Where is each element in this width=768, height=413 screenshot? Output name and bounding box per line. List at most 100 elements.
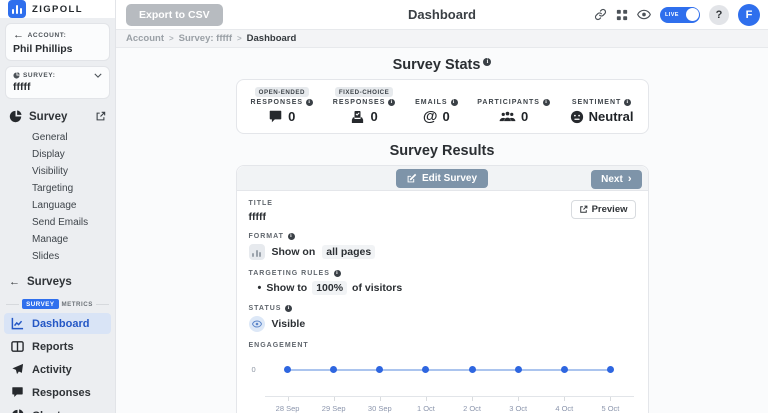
info-icon[interactable] — [543, 99, 550, 106]
survey-sub-menu: General Display Visibility Targeting Lan… — [0, 129, 115, 265]
dashboard-chart-icon — [11, 317, 24, 330]
account-label: ACCOUNT: — [28, 32, 67, 39]
back-arrow-icon: ← — [13, 29, 25, 41]
sidebar-item-language[interactable]: Language — [32, 197, 115, 214]
x-axis-label: 30 Sep — [357, 397, 403, 413]
sidebar: ZIGPOLL ← ACCOUNT: Phil Phillips SURVEY:… — [0, 0, 116, 413]
engagement-chart: 0 28 Sep 29 Sep 30 Sep — [249, 356, 636, 413]
sidebar-item-label: Surveys — [27, 276, 72, 288]
stat-value: 0 — [521, 109, 528, 124]
data-point — [607, 366, 614, 373]
stat-badge: FIXED-CHOICE — [335, 87, 393, 97]
link-icon[interactable] — [594, 8, 607, 21]
preview-button[interactable]: Preview — [571, 200, 636, 219]
sidebar-item-general[interactable]: General — [32, 129, 115, 146]
stat-participants: PARTICIPANTS 0 — [477, 87, 550, 124]
stat-badge: OPEN-ENDED — [255, 87, 309, 97]
survey-stats-title: Survey Stats — [393, 57, 492, 73]
format-label: FORMAT — [249, 233, 636, 240]
targeting-value: 100% — [312, 281, 347, 295]
data-point — [330, 366, 337, 373]
back-arrow-icon: ← — [9, 276, 20, 288]
sidebar-item-label: Reports — [32, 341, 74, 353]
info-icon[interactable] — [334, 270, 341, 277]
grid-icon[interactable] — [616, 9, 628, 21]
x-axis-label: 28 Sep — [265, 397, 311, 413]
sidebar-item-label: Activity — [32, 364, 72, 376]
survey-selector[interactable]: SURVEY: fffff — [5, 66, 110, 99]
eye-icon[interactable] — [637, 9, 651, 20]
breadcrumb-account[interactable]: Account — [126, 33, 164, 44]
stat-open-ended-responses: OPEN-ENDED RESPONSES 0 — [251, 87, 314, 124]
engagement-label: ENGAGEMENT — [249, 342, 636, 349]
breadcrumb-separator: > — [169, 34, 174, 43]
x-axis-label: 5 Oct — [587, 397, 633, 413]
sidebar-item-display[interactable]: Display — [32, 146, 115, 163]
metrics-label: METRICS — [62, 301, 93, 308]
bullet-icon: • — [258, 282, 262, 294]
survey-results-title: Survey Results — [390, 143, 495, 159]
info-icon[interactable] — [483, 58, 491, 66]
sidebar-item-surveys-back[interactable]: ← Surveys — [0, 272, 115, 292]
live-toggle-label: LIVE — [665, 12, 679, 18]
sidebar-item-label: Responses — [32, 387, 91, 399]
sidebar-item-manage[interactable]: Manage — [32, 231, 115, 248]
bar-chart-icon — [249, 244, 265, 260]
targeting-rule-row: • Show to 100% of visitors — [249, 281, 636, 295]
info-icon[interactable] — [285, 305, 292, 312]
account-switcher[interactable]: ← ACCOUNT: Phil Phillips — [5, 23, 110, 61]
y-axis-tick: 0 — [252, 365, 256, 374]
info-icon[interactable] — [451, 99, 458, 106]
sidebar-item-visibility[interactable]: Visibility — [32, 163, 115, 180]
info-icon[interactable] — [288, 233, 295, 240]
sidebar-item-label: Dashboard — [32, 318, 89, 330]
reports-columns-icon — [11, 340, 24, 353]
sidebar-item-dashboard[interactable]: Dashboard — [4, 313, 111, 334]
results-body: Preview TITLE fffff FORMAT Show on all p… — [237, 191, 648, 413]
info-icon[interactable] — [306, 99, 313, 106]
stat-value: 0 — [288, 109, 295, 124]
live-toggle[interactable]: LIVE — [660, 7, 700, 23]
next-button[interactable]: Next › — [591, 170, 641, 189]
logo[interactable]: ZIGPOLL — [0, 0, 115, 18]
export-csv-button[interactable]: Export to CSV — [126, 4, 223, 26]
external-link-icon[interactable] — [95, 111, 106, 122]
sidebar-item-survey[interactable]: Survey — [0, 106, 115, 127]
sidebar-item-targeting[interactable]: Targeting — [32, 180, 115, 197]
breadcrumb-survey[interactable]: Survey: fffff — [179, 33, 232, 44]
help-button[interactable]: ? — [709, 5, 729, 25]
stat-fixed-choice-responses: FIXED-CHOICE RESPONSES 0 — [333, 87, 396, 124]
data-point — [561, 366, 568, 373]
account-name: Phil Phillips — [13, 43, 102, 55]
x-axis-label: 3 Oct — [495, 397, 541, 413]
info-icon[interactable] — [388, 99, 395, 106]
content: Survey Stats OPEN-ENDED RESPONSES 0 FIXE… — [116, 48, 768, 413]
stat-value: 0 — [443, 109, 450, 124]
avatar[interactable]: F — [738, 4, 760, 26]
chevron-down-icon — [94, 73, 102, 78]
sidebar-item-charts[interactable]: Charts — [4, 405, 111, 413]
sidebar-item-slides[interactable]: Slides — [32, 248, 115, 265]
survey-selector-label: SURVEY: — [23, 72, 56, 79]
data-point — [422, 366, 429, 373]
neutral-face-icon — [570, 110, 584, 124]
sidebar-item-reports[interactable]: Reports — [4, 336, 111, 357]
sidebar-item-send-emails[interactable]: Send Emails — [32, 214, 115, 231]
sidebar-item-responses[interactable]: Responses — [4, 382, 111, 403]
logo-text: ZIGPOLL — [32, 4, 83, 15]
topbar: Export to CSV Dashboard LIVE ? F — [116, 0, 768, 30]
toggle-knob — [686, 8, 699, 21]
stat-value: 0 — [370, 109, 377, 124]
info-icon[interactable] — [624, 99, 631, 106]
breadcrumb-current: Dashboard — [247, 33, 297, 44]
survey-metrics-divider: SURVEY METRICS — [6, 299, 109, 309]
targeting-rules-label: TARGETING RULES — [249, 270, 636, 277]
results-header: Edit Survey Next › — [237, 166, 648, 191]
format-prefix: Show on — [272, 246, 316, 258]
zigpoll-logo-icon — [8, 0, 26, 18]
stat-emails: EMAILS @ 0 — [415, 87, 457, 124]
edit-survey-button[interactable]: Edit Survey — [396, 169, 488, 188]
main-area: Export to CSV Dashboard LIVE ? F Account… — [116, 0, 768, 413]
survey-selector-value: fffff — [13, 81, 102, 93]
sidebar-item-activity[interactable]: Activity — [4, 359, 111, 380]
